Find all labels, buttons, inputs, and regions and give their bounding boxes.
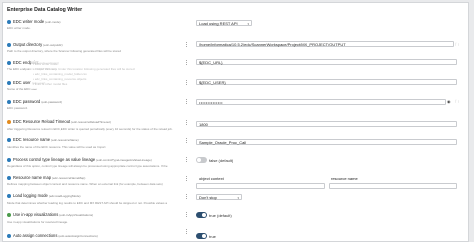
col-object-context: object context bbox=[199, 176, 224, 181]
chevron-down-icon: ▾ bbox=[237, 196, 239, 200]
reload-timeout-label: EDC Resource Reload Timeout(edc-resource… bbox=[7, 119, 111, 124]
chevron-down-icon: ▾ bbox=[247, 22, 249, 26]
logging-mode-desc: Mode that determines whether loading log… bbox=[7, 201, 168, 205]
kebab-menu-icon[interactable] bbox=[186, 212, 188, 218]
panel-title: Enterprise Data Catalog Writer bbox=[7, 7, 83, 13]
info-icon bbox=[7, 212, 11, 217]
info-icon bbox=[7, 193, 11, 198]
in-app-toggle[interactable] bbox=[196, 212, 207, 218]
control-type-toggle-label: false (default) bbox=[209, 158, 234, 163]
auto-assign-toggle[interactable] bbox=[196, 233, 207, 239]
reload-timeout-field[interactable]: 1800 bbox=[196, 121, 457, 127]
info-icon bbox=[7, 80, 11, 85]
edc-user-field[interactable]: ${EDC_USER} bbox=[196, 79, 457, 85]
logging-mode-select[interactable]: Don't stop ▾ bbox=[196, 194, 242, 200]
edc-endpoint-field[interactable]: ${EDC_URL} bbox=[196, 59, 457, 65]
kebab-menu-icon[interactable] bbox=[186, 229, 188, 235]
edc-password-label: EDC password(edc-password) bbox=[7, 99, 62, 104]
resource-name-field[interactable]: Sample_Oracle_Proc_Call bbox=[196, 139, 457, 145]
info-icon bbox=[7, 19, 11, 24]
info-icon bbox=[7, 233, 11, 238]
reload-timeout-desc: After triggering Resource reload in EDC,… bbox=[7, 127, 173, 131]
resource-map-label: Resource name map(edc-resourceNameMap) bbox=[7, 175, 85, 180]
info-icon bbox=[7, 175, 11, 180]
help-tooltip: • EDC writer mode • Output Directory. Un… bbox=[31, 61, 181, 89]
writer-mode-desc: EDC writer mode. bbox=[7, 26, 31, 30]
info-icon bbox=[7, 60, 11, 65]
resource-name-label: EDC resource name(edc-resourceName) bbox=[7, 137, 79, 142]
kebab-menu-icon[interactable] bbox=[186, 80, 188, 86]
resource-map-context-input[interactable] bbox=[196, 183, 325, 189]
tooltip-line: • links or other model files bbox=[33, 82, 68, 86]
writer-mode-label: EDC writer mode(edc-mode) bbox=[7, 19, 61, 24]
warning-icon bbox=[7, 119, 11, 124]
kebab-menu-icon[interactable] bbox=[186, 176, 188, 182]
logging-mode-label: Load logging mode(edc-loadLoggingMode) bbox=[7, 193, 81, 198]
resource-name-desc: Identifies the name of the EDC resource.… bbox=[7, 145, 106, 149]
col-resource-name: resource name bbox=[331, 176, 358, 181]
info-icon bbox=[7, 157, 11, 162]
writer-mode-select[interactable]: Load using REST API ▾ bbox=[196, 20, 252, 26]
info-icon bbox=[7, 99, 11, 104]
edc-password-desc: EDC password. bbox=[7, 106, 28, 110]
kebab-menu-icon[interactable] bbox=[186, 99, 188, 105]
auto-assign-toggle-label: true bbox=[209, 234, 216, 239]
auto-assign-label: Auto assign connections(edc-autoAssignCo… bbox=[7, 233, 98, 238]
kebab-menu-icon[interactable] bbox=[186, 157, 188, 163]
edc-writer-panel: Enterprise Data Catalog Writer EDC write… bbox=[2, 2, 469, 242]
tooltip-line: • edc_links_containing_model_folder.csv bbox=[33, 72, 87, 76]
tooltip-line: • edc_links_containing_resource.objects bbox=[33, 77, 87, 81]
kebab-menu-icon[interactable] bbox=[186, 120, 188, 126]
edc-password-field[interactable]: •••••••••••••• bbox=[196, 99, 446, 105]
info-icon bbox=[7, 42, 11, 47]
folder-icon[interactable]: 🗀 bbox=[455, 42, 460, 47]
control-type-desc: Regardless of this option, control type … bbox=[7, 164, 168, 168]
in-app-label: Use in-app visualizations(edc-inAppVisua… bbox=[7, 212, 93, 217]
folder-icon[interactable]: 🗀 bbox=[455, 99, 460, 104]
kebab-menu-icon[interactable] bbox=[186, 138, 188, 144]
eye-icon[interactable]: ◉ bbox=[447, 99, 451, 104]
output-dir-desc: Path to the output directory, where the … bbox=[7, 49, 122, 53]
resource-map-desc: Defines mapping between object context a… bbox=[7, 182, 163, 186]
output-dir-label: Output directory(edc-outputdir) bbox=[7, 42, 63, 47]
control-type-label: Process control type lineage as value li… bbox=[7, 157, 152, 162]
resource-map-name-input[interactable] bbox=[329, 183, 457, 189]
in-app-toggle-label: true (default) bbox=[209, 213, 232, 218]
kebab-menu-icon[interactable] bbox=[186, 42, 188, 48]
info-icon bbox=[7, 137, 11, 142]
control-type-toggle[interactable] bbox=[196, 157, 207, 163]
tooltip-line: • Output Directory. Under this location … bbox=[33, 67, 136, 71]
kebab-menu-icon[interactable] bbox=[186, 60, 188, 66]
output-dir-field[interactable]: /home/informatica/10.5.2/edc/ScannerWork… bbox=[196, 41, 454, 47]
in-app-desc: Use in-app visualizations for resolved l… bbox=[7, 220, 69, 224]
resource-map-table-header: object context resource name bbox=[196, 175, 457, 183]
tooltip-line: • EDC writer mode bbox=[33, 62, 58, 66]
kebab-menu-icon[interactable] bbox=[186, 194, 188, 200]
